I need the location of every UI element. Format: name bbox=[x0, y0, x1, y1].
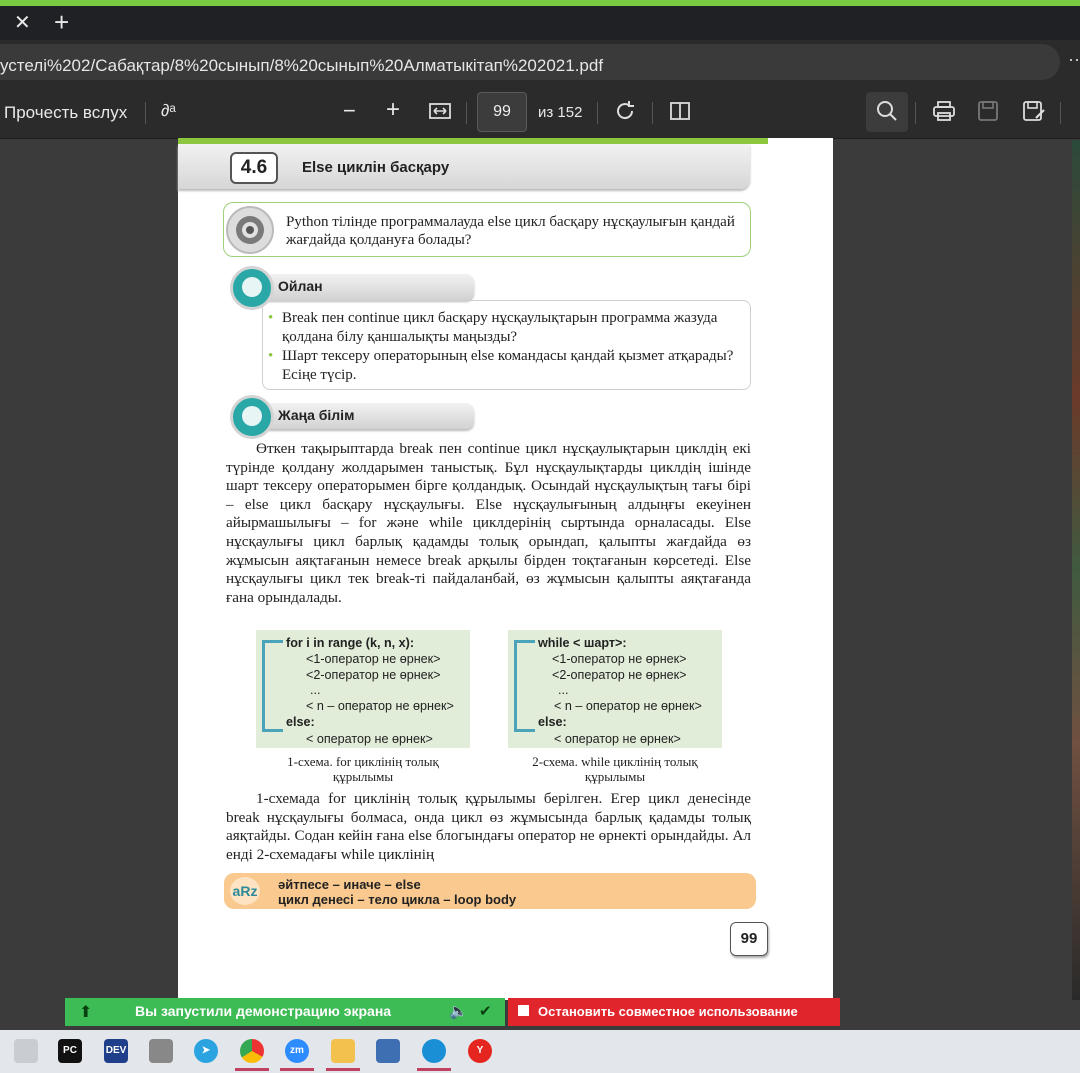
new-knowledge-label: Жаңа білім bbox=[246, 403, 474, 429]
schema-line: <1-оператор не өрнек> bbox=[306, 652, 441, 666]
camera-icon[interactable] bbox=[149, 1039, 173, 1063]
schema-1: for i in range (k, n, x): <1-оператор не… bbox=[256, 630, 470, 748]
active-app-underline bbox=[326, 1068, 360, 1071]
active-app-underline bbox=[235, 1068, 269, 1071]
vocabulary-line: әйтпесе – иначе – else bbox=[278, 877, 421, 892]
save-as-icon[interactable] bbox=[1022, 100, 1046, 128]
schema-2-caption: 2-схема. while циклінің толық құрылымы bbox=[532, 754, 698, 784]
up-arrow-icon[interactable]: ⬆ bbox=[79, 1002, 92, 1022]
schema-bracket bbox=[262, 640, 283, 732]
fit-width-icon[interactable] bbox=[429, 100, 451, 126]
toolbar-divider bbox=[915, 102, 916, 124]
toolbar-divider bbox=[652, 102, 653, 124]
rotate-icon[interactable] bbox=[613, 99, 637, 129]
schema-bracket bbox=[514, 640, 535, 732]
toolbar-divider bbox=[597, 102, 598, 124]
print-icon[interactable] bbox=[932, 100, 956, 128]
active-app-underline bbox=[417, 1068, 451, 1071]
new-tab-icon[interactable]: + bbox=[54, 7, 69, 38]
more-icon[interactable]: ⋯ bbox=[1068, 50, 1080, 71]
zoom-in-button[interactable]: + bbox=[386, 96, 400, 124]
dev-cpp-icon[interactable]: DEV bbox=[104, 1039, 128, 1063]
telegram-icon[interactable]: ➤ bbox=[194, 1039, 218, 1063]
translate-icon[interactable]: ∂ᵃ bbox=[161, 101, 176, 121]
vocabulary-icon: aRz bbox=[230, 877, 260, 905]
think-label: Ойлан bbox=[246, 274, 474, 300]
schema-line: < оператор не өрнек> bbox=[554, 732, 681, 746]
paragraph-2: 1-схемада for циклінің толық құрылымы бе… bbox=[226, 790, 751, 863]
bullet-dot: • bbox=[268, 310, 274, 326]
schema-line: for i in range (k, n, x): bbox=[286, 636, 415, 650]
background-window-strip bbox=[1072, 140, 1080, 1000]
schema-line: <1-оператор не өрнек> bbox=[552, 652, 687, 666]
vocabulary-line: цикл денесі – тело цикла – loop body bbox=[278, 892, 517, 907]
taskbar: PC DEV ➤ zm Y bbox=[0, 1030, 1080, 1073]
think-bullet: • Break пен continue цикл басқару нұсқаул… bbox=[268, 309, 747, 346]
chrome-icon[interactable] bbox=[240, 1039, 264, 1063]
schema-line: <2-оператор не өрнек> bbox=[552, 668, 687, 682]
new-knowledge-label-text: Жаңа білім bbox=[278, 407, 355, 423]
page-number-input[interactable]: 99 bbox=[477, 92, 527, 132]
think-label-text: Ойлан bbox=[278, 278, 323, 294]
tab-bar: ✕ + bbox=[0, 6, 1080, 40]
paragraph-1: Өткен тақырыптарда break пен continue ци… bbox=[226, 440, 751, 606]
save-icon[interactable] bbox=[977, 100, 999, 128]
schema-line: ... bbox=[558, 683, 569, 697]
url-field[interactable]: устелі%202/Сабақтар/8%20сынып/8%20сынып%… bbox=[0, 44, 1060, 80]
pdf-toolbar: Прочесть вслух ∂ᵃ − + 99 из 152 bbox=[0, 86, 1080, 139]
schema-line: else: bbox=[286, 715, 315, 729]
screen-share-message: Вы запустили демонстрацию экрана bbox=[135, 1003, 392, 1019]
yandex-icon[interactable]: Y bbox=[468, 1039, 492, 1063]
active-app-underline bbox=[280, 1068, 314, 1071]
schema-2: while < шарт>: <1-оператор не өрнек> <2-… bbox=[508, 630, 722, 748]
schema-1-caption: 1-схема. for циклінің толық құрылымы bbox=[287, 754, 439, 784]
toolbar-divider bbox=[145, 102, 146, 124]
vocabulary-box: aRz әйтпесе – иначе – else цикл денесі –… bbox=[224, 873, 756, 909]
schema-line: <2-оператор не өрнек> bbox=[306, 668, 441, 682]
think-bullet-text: Шарт тексеру операторының else командасы… bbox=[282, 348, 734, 383]
url-text: устелі%202/Сабақтар/8%20сынып/8%20сынып%… bbox=[0, 56, 604, 75]
pycharm-icon[interactable]: PC bbox=[58, 1039, 82, 1063]
stop-icon bbox=[518, 1005, 529, 1016]
screen-share-bar: ⬆ Вы запустили демонстрацию экрана 🔈 ✔ bbox=[65, 998, 505, 1026]
schema-line: < n – оператор не өрнек> bbox=[306, 699, 454, 713]
address-bar: устелі%202/Сабақтар/8%20сынып/8%20сынып%… bbox=[0, 40, 1080, 86]
explorer-icon[interactable] bbox=[331, 1039, 355, 1063]
bullet-dot: • bbox=[268, 348, 274, 364]
edge-icon[interactable] bbox=[422, 1039, 446, 1063]
speaker-icon[interactable]: 🔈 bbox=[449, 1002, 468, 1020]
toolbar-divider bbox=[1060, 102, 1061, 124]
page-view-icon[interactable] bbox=[669, 100, 693, 128]
question-text: Python тілінде программалауда else цикл … bbox=[286, 214, 735, 248]
schema-line: < n – оператор не өрнек> bbox=[554, 699, 702, 713]
lightbulb-icon bbox=[230, 395, 274, 439]
schema-line: else: bbox=[538, 715, 567, 729]
think-bullet-text: Break пен continue цикл басқару нұсқаулы… bbox=[282, 310, 718, 345]
stop-sharing-button[interactable]: Остановить совместное использование bbox=[508, 998, 840, 1026]
python-idle-icon[interactable] bbox=[376, 1039, 400, 1063]
search-icon[interactable] bbox=[876, 100, 898, 128]
think-bullet: • Шарт тексеру операторының else командас… bbox=[268, 347, 747, 384]
total-pages-label: из 152 bbox=[538, 104, 583, 121]
close-tab-icon[interactable]: ✕ bbox=[14, 10, 31, 35]
zoom-icon[interactable]: zm bbox=[285, 1039, 309, 1063]
toolbar-divider bbox=[466, 102, 467, 124]
schema-line: ... bbox=[310, 683, 321, 697]
schema-line: < оператор не өрнек> bbox=[306, 732, 433, 746]
schema-line: while < шарт>: bbox=[538, 636, 627, 650]
zoom-out-button[interactable]: − bbox=[343, 98, 356, 124]
stop-sharing-label: Остановить совместное использование bbox=[538, 1004, 798, 1019]
section-title: Else циклін басқару bbox=[302, 159, 450, 176]
target-icon bbox=[226, 206, 274, 254]
page-number-badge: 99 bbox=[730, 922, 768, 956]
shield-icon: ✔ bbox=[479, 1003, 492, 1020]
section-number: 4.6 bbox=[230, 152, 278, 184]
file-manager-icon[interactable] bbox=[14, 1039, 38, 1063]
pdf-page: 4.6 Else циклін басқару Python тілінде п… bbox=[178, 138, 833, 1000]
read-aloud-button[interactable]: Прочесть вслух bbox=[4, 103, 127, 123]
